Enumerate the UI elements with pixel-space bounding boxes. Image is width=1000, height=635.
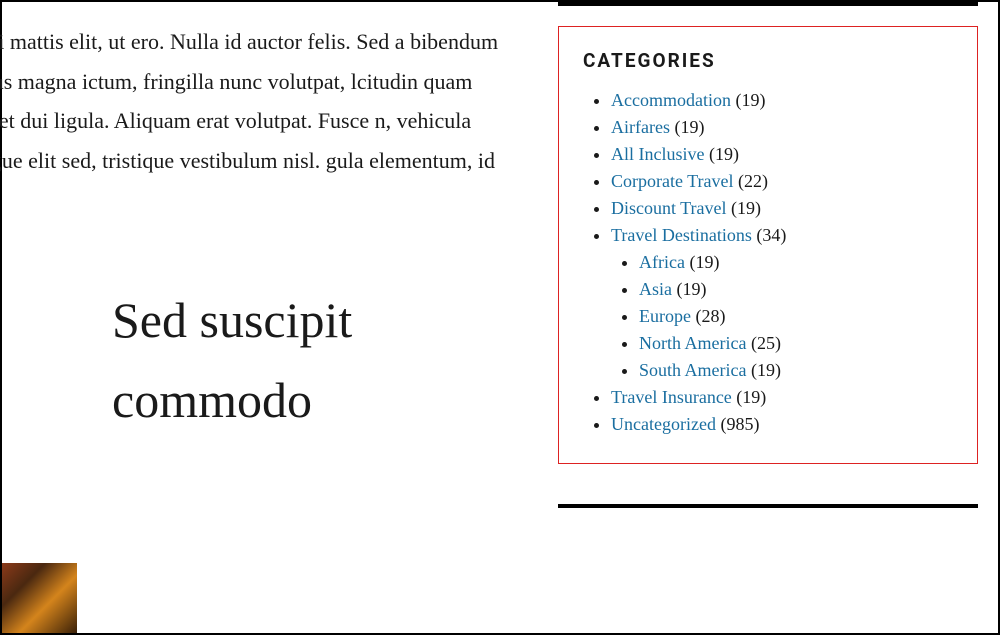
category-link-uncategorized[interactable]: Uncategorized xyxy=(611,414,716,434)
category-sublist: Africa (19) Asia (19) Europe (28) North … xyxy=(611,252,953,381)
category-count: (19) xyxy=(709,144,739,164)
category-count: (22) xyxy=(738,171,768,191)
sidebar: CATEGORIES Accommodation (19) Airfares (… xyxy=(558,2,978,528)
list-item: Discount Travel (19) xyxy=(611,198,953,219)
category-count: (19) xyxy=(735,90,765,110)
category-count: (34) xyxy=(756,225,786,245)
widget-title: CATEGORIES xyxy=(583,49,953,72)
category-count: (19) xyxy=(751,360,781,380)
list-item: South America (19) xyxy=(639,360,953,381)
list-item: Africa (19) xyxy=(639,252,953,273)
category-link-north-america[interactable]: North America xyxy=(639,333,746,353)
category-count: (19) xyxy=(736,387,766,407)
category-count: (19) xyxy=(689,252,719,272)
list-item: Travel Insurance (19) xyxy=(611,387,953,408)
category-count: (28) xyxy=(695,306,725,326)
article-paragraph: orper maximus, velit orci mattis elit, u… xyxy=(0,22,502,220)
divider-bottom xyxy=(558,504,978,508)
category-link-discount-travel[interactable]: Discount Travel xyxy=(611,198,727,218)
category-link-africa[interactable]: Africa xyxy=(639,252,685,272)
article-heading: Sed suscipit commodo xyxy=(112,280,502,440)
category-link-corporate-travel[interactable]: Corporate Travel xyxy=(611,171,733,191)
featured-thumbnail xyxy=(2,563,77,633)
list-item: Travel Destinations (34) Africa (19) Asi… xyxy=(611,225,953,381)
category-count: (985) xyxy=(720,414,759,434)
list-item: Airfares (19) xyxy=(611,117,953,138)
list-item: Asia (19) xyxy=(639,279,953,300)
category-link-south-america[interactable]: South America xyxy=(639,360,746,380)
category-link-travel-insurance[interactable]: Travel Insurance xyxy=(611,387,732,407)
category-link-europe[interactable]: Europe xyxy=(639,306,691,326)
category-count: (19) xyxy=(677,279,707,299)
category-count: (19) xyxy=(674,117,704,137)
category-count: (19) xyxy=(731,198,761,218)
category-link-accommodation[interactable]: Accommodation xyxy=(611,90,731,110)
category-list: Accommodation (19) Airfares (19) All Inc… xyxy=(583,90,953,435)
category-count: (25) xyxy=(751,333,781,353)
list-item: All Inclusive (19) xyxy=(611,144,953,165)
list-item: Uncategorized (985) xyxy=(611,414,953,435)
category-link-airfares[interactable]: Airfares xyxy=(611,117,670,137)
list-item: Corporate Travel (22) xyxy=(611,171,953,192)
category-link-asia[interactable]: Asia xyxy=(639,279,672,299)
category-link-all-inclusive[interactable]: All Inclusive xyxy=(611,144,704,164)
category-link-travel-destinations[interactable]: Travel Destinations xyxy=(611,225,752,245)
list-item: Accommodation (19) xyxy=(611,90,953,111)
categories-widget: CATEGORIES Accommodation (19) Airfares (… xyxy=(558,26,978,464)
divider-top xyxy=(558,2,978,6)
article-body: orper maximus, velit orci mattis elit, u… xyxy=(0,22,502,473)
list-item: North America (25) xyxy=(639,333,953,354)
list-item: Europe (28) xyxy=(639,306,953,327)
